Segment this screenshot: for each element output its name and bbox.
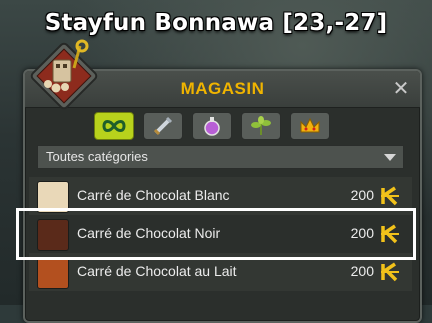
tab-cosmetics[interactable] — [290, 112, 330, 140]
category-dropdown[interactable]: Toutes catégories — [37, 145, 404, 169]
plant-icon — [251, 116, 271, 135]
close-button[interactable]: ✕ — [390, 77, 412, 99]
merchant-portrait-icon — [30, 39, 98, 110]
infinity-icon — [102, 120, 126, 132]
tab-consumables[interactable] — [192, 112, 232, 140]
tab-equipment[interactable] — [143, 112, 183, 140]
item-name: Carré de Chocolat Blanc — [77, 187, 230, 203]
category-tabs — [94, 112, 330, 140]
map-location-title: Stayfun Bonnawa [23,-27] — [44, 10, 388, 36]
item-price: 200 — [350, 263, 374, 279]
kama-icon — [381, 186, 399, 206]
potion-icon — [204, 117, 220, 136]
selection-highlight — [16, 208, 416, 260]
item-price: 200 — [350, 187, 374, 203]
milk-chocolate-icon — [37, 257, 69, 289]
tab-resources[interactable] — [241, 112, 281, 140]
crown-icon — [300, 117, 320, 133]
kama-icon — [381, 262, 399, 282]
sword-icon — [153, 116, 173, 136]
item-name: Carré de Chocolat au Lait — [77, 263, 237, 279]
category-dropdown-value: Toutes catégories — [46, 149, 148, 164]
tab-all[interactable] — [94, 112, 134, 140]
chevron-down-icon — [384, 154, 396, 161]
